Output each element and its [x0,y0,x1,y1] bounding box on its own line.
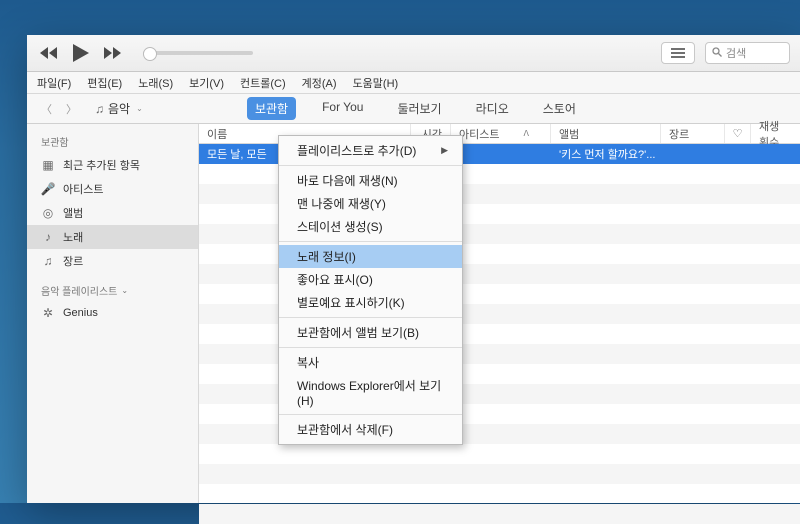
empty-row [199,484,800,504]
nav-tabs: 보관함 For You 둘러보기 라디오 스토어 [157,97,674,120]
toolbar-right: 검색 [661,42,790,64]
empty-row [199,464,800,484]
nav-forward-button[interactable]: 〉 [62,101,81,117]
music-note-icon: ♫ [95,102,104,116]
cm-separator [279,165,462,166]
menubar: 파일(F) 편집(E) 노래(S) 보기(V) 컨트롤(C) 계정(A) 도움말… [27,72,800,94]
search-placeholder: 검색 [726,45,746,61]
tab-browse[interactable]: 둘러보기 [389,97,449,120]
cm-dislike[interactable]: 별로예요 표시하기(K) [279,291,462,314]
sidebar-item-label: 노래 [63,229,83,245]
sidebar-item-label: 최근 추가된 항목 [63,157,140,173]
album-icon: ◎ [41,206,55,220]
col-genre[interactable]: 장르 [661,124,725,143]
heart-icon: ♡ [733,127,743,140]
search-icon [712,47,722,60]
sidebar-header-library: 보관함 [27,130,198,153]
context-menu: 플레이리스트로 추가(D)▶ 바로 다음에 재생(N) 맨 나중에 재생(Y) … [278,135,463,445]
sidebar-item-recent[interactable]: ▦ 최근 추가된 항목 [27,153,198,177]
chevron-down-icon: ⌄ [121,286,128,295]
cm-show-in-explorer[interactable]: Windows Explorer에서 보기(H) [279,374,462,411]
genius-icon: ✲ [41,306,55,320]
col-love[interactable]: ♡ [725,124,751,143]
col-plays[interactable]: 재생 횟수 [751,124,800,143]
media-selector[interactable]: ♫ 음악 ⌄ [87,98,151,119]
cm-play-next[interactable]: 바로 다음에 재생(N) [279,169,462,192]
menu-file[interactable]: 파일(F) [37,75,71,91]
nav-back-button[interactable]: 〈 [37,101,56,117]
menu-edit[interactable]: 편집(E) [87,75,122,91]
sidebar-header-playlists: 음악 플레이리스트⌄ [27,273,198,302]
sidebar-item-genius[interactable]: ✲ Genius [27,302,198,324]
cm-delete[interactable]: 보관함에서 삭제(F) [279,418,462,441]
tab-library[interactable]: 보관함 [247,97,296,120]
tab-for-you[interactable]: For You [314,97,371,120]
cm-separator [279,317,462,318]
sidebar-item-label: 아티스트 [63,181,103,197]
empty-row [199,444,800,464]
sidebar-item-label: 장르 [63,253,83,269]
search-input[interactable]: 검색 [705,42,790,64]
menu-view[interactable]: 보기(V) [189,75,224,91]
menu-song[interactable]: 노래(S) [138,75,173,91]
menu-account[interactable]: 계정(A) [302,75,337,91]
sidebar: 보관함 ▦ 최근 추가된 항목 🎤 아티스트 ◎ 앨범 ♪ 노래 ♫ 장르 음악 플레이리… [27,124,199,503]
sidebar-item-label: Genius [63,307,98,319]
col-album[interactable]: 앨범 [551,124,661,143]
cm-create-station[interactable]: 스테이션 생성(S) [279,215,462,238]
tab-radio[interactable]: 라디오 [468,97,517,120]
menu-help[interactable]: 도움말(H) [353,75,399,91]
navbar: 〈 〉 ♫ 음악 ⌄ 보관함 For You 둘러보기 라디오 스토어 [27,94,800,124]
playback-controls [39,43,253,63]
empty-row [199,504,800,524]
next-button[interactable] [103,43,123,63]
cm-play-later[interactable]: 맨 나중에 재생(Y) [279,192,462,215]
cm-add-to-playlist[interactable]: 플레이리스트로 추가(D)▶ [279,139,462,162]
sidebar-item-artists[interactable]: 🎤 아티스트 [27,177,198,201]
chevron-down-icon: ⌄ [136,104,143,113]
sidebar-item-label: 앨범 [63,205,83,221]
toolbar: 검색 [27,35,800,72]
tab-store[interactable]: 스토어 [535,97,584,120]
menu-controls[interactable]: 컨트롤(C) [240,75,286,91]
track-album: '키스 먼저 할까요?'... [551,146,661,162]
col-artist[interactable]: 아티스트ᐱ [451,124,551,143]
mic-icon: 🎤 [41,182,55,196]
submenu-arrow-icon: ▶ [441,145,448,156]
note-icon: ♪ [41,230,55,244]
volume-slider[interactable] [143,51,253,55]
eq-icon: ♫ [41,254,55,268]
list-view-button[interactable] [661,42,695,64]
cm-copy[interactable]: 복사 [279,351,462,374]
media-selector-label: 음악 [108,100,130,117]
grid-icon: ▦ [41,158,55,172]
sidebar-item-genres[interactable]: ♫ 장르 [27,249,198,273]
sort-asc-icon: ᐱ [523,129,528,138]
prev-button[interactable] [39,43,59,63]
sidebar-item-albums[interactable]: ◎ 앨범 [27,201,198,225]
cm-separator [279,414,462,415]
cm-love[interactable]: 좋아요 표시(O) [279,268,462,291]
cm-song-info[interactable]: 노래 정보(I) [279,245,462,268]
play-button[interactable] [71,43,91,63]
cm-show-album[interactable]: 보관함에서 앨범 보기(B) [279,321,462,344]
cm-separator [279,347,462,348]
sidebar-item-songs[interactable]: ♪ 노래 [27,225,198,249]
cm-separator [279,241,462,242]
